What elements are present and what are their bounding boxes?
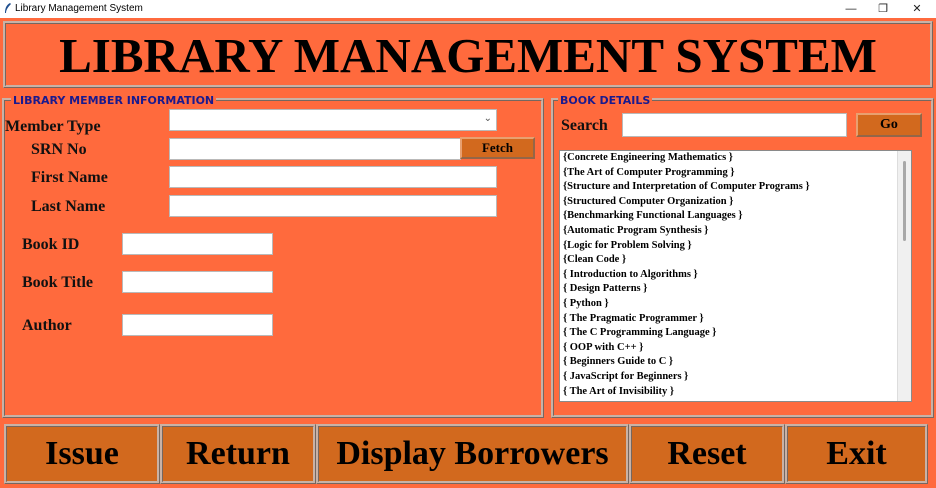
- title-bar: Library Management System — ❐ ✕: [0, 0, 936, 18]
- display-borrowers-button[interactable]: Display Borrowers: [316, 424, 629, 484]
- fetch-button[interactable]: Fetch: [460, 137, 535, 159]
- member-type-label: Member Type: [5, 118, 101, 135]
- list-item[interactable]: { The Art of Invisibility }: [560, 385, 911, 400]
- return-button[interactable]: Return: [160, 424, 316, 484]
- book-id-input[interactable]: [122, 233, 273, 255]
- last-name-input[interactable]: [169, 195, 497, 217]
- book-id-label: Book ID: [22, 236, 80, 253]
- author-label: Author: [22, 317, 72, 334]
- issue-button[interactable]: Issue: [4, 424, 160, 484]
- feather-icon: [5, 3, 11, 13]
- book-title-label: Book Title: [22, 274, 93, 291]
- list-item[interactable]: { The Pragmatic Programmer }: [560, 312, 911, 327]
- list-item[interactable]: { Python }: [560, 297, 911, 312]
- close-button[interactable]: ✕: [902, 0, 932, 18]
- book-list-scrollbar[interactable]: [897, 151, 911, 401]
- book-details-legend: BOOK DETAILS: [558, 94, 653, 107]
- list-item[interactable]: { OOP with C++ }: [560, 341, 911, 356]
- member-info-legend: LIBRARY MEMBER INFORMATION: [11, 94, 217, 107]
- chevron-down-icon[interactable]: ⌄: [484, 113, 492, 124]
- book-list[interactable]: {Concrete Engineering Mathematics } {The …: [559, 150, 912, 402]
- window-title: Library Management System: [15, 3, 143, 14]
- list-item[interactable]: { Beginners Guide to C }: [560, 355, 911, 370]
- scrollbar-thumb[interactable]: [903, 161, 906, 241]
- header-panel: LIBRARY MANAGEMENT SYSTEM: [3, 21, 933, 88]
- minimize-button[interactable]: —: [836, 0, 866, 18]
- list-item[interactable]: {Automatic Program Synthesis }: [560, 224, 911, 239]
- main-window: LIBRARY MANAGEMENT SYSTEM LIBRARY MEMBER…: [0, 18, 936, 488]
- member-info-panel: LIBRARY MEMBER INFORMATION Member Type ⌄…: [2, 94, 544, 418]
- first-name-input[interactable]: [169, 166, 497, 188]
- list-item[interactable]: { JavaScript for Beginners }: [560, 370, 911, 385]
- list-item[interactable]: {Structure and Interpretation of Compute…: [560, 180, 911, 195]
- book-details-panel: BOOK DETAILS Search Go {Concrete Enginee…: [551, 94, 934, 418]
- list-item[interactable]: {Benchmarking Functional Languages }: [560, 209, 911, 224]
- book-title-input[interactable]: [122, 271, 273, 293]
- reset-button[interactable]: Reset: [629, 424, 785, 484]
- srn-input[interactable]: [169, 138, 461, 160]
- list-item[interactable]: { Design Patterns }: [560, 282, 911, 297]
- author-input[interactable]: [122, 314, 273, 336]
- search-input[interactable]: [622, 113, 847, 137]
- list-item[interactable]: { Introduction to Algorithms }: [560, 268, 911, 283]
- last-name-label: Last Name: [31, 198, 106, 215]
- list-item[interactable]: {The Art of Computer Programming }: [560, 166, 911, 181]
- list-item[interactable]: {Concrete Engineering Mathematics }: [560, 151, 911, 166]
- list-item[interactable]: {Clean Code }: [560, 253, 911, 268]
- go-button[interactable]: Go: [856, 113, 922, 137]
- list-item[interactable]: { The C Programming Language }: [560, 326, 911, 341]
- list-item[interactable]: {Logic for Problem Solving }: [560, 239, 911, 254]
- list-item[interactable]: {Structured Computer Organization }: [560, 195, 911, 210]
- srn-label: SRN No: [31, 141, 87, 158]
- page-title: LIBRARY MANAGEMENT SYSTEM: [59, 28, 877, 83]
- exit-button[interactable]: Exit: [785, 424, 928, 484]
- restore-button[interactable]: ❐: [868, 0, 898, 18]
- first-name-label: First Name: [31, 169, 108, 186]
- member-type-select[interactable]: ⌄: [169, 109, 497, 131]
- book-list-items: {Concrete Engineering Mathematics } {The …: [560, 151, 911, 399]
- search-label: Search: [561, 117, 608, 134]
